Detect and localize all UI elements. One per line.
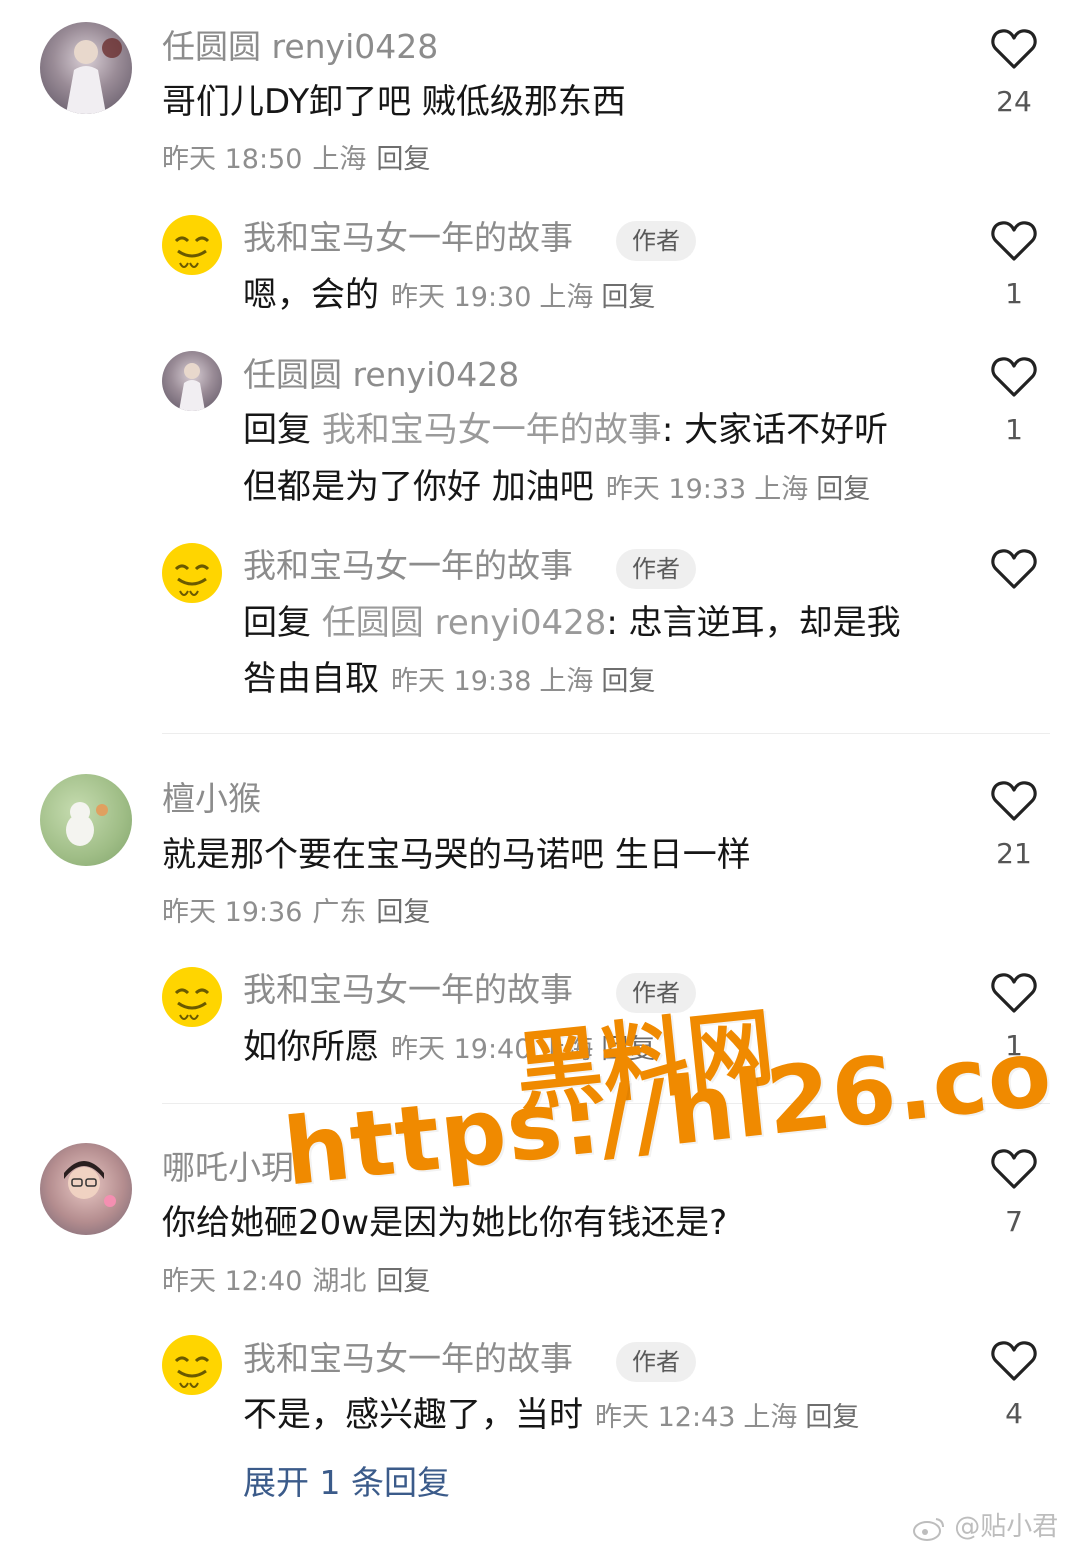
- author-avatar[interactable]: [162, 967, 222, 1027]
- like-count: 24: [996, 85, 1032, 118]
- like-heart-icon[interactable]: [991, 1340, 1037, 1382]
- comment-time: 昨天 18:50: [162, 144, 303, 175]
- reply-text-line: 嗯，会的: [243, 275, 379, 315]
- reply-author-name[interactable]: 任圆圆 renyi0428: [243, 358, 519, 391]
- like-heart-icon[interactable]: [991, 220, 1037, 262]
- comment-text: 就是那个要在宝马哭的马诺吧 生日一样: [162, 835, 751, 875]
- reply-link[interactable]: 回复: [805, 1402, 859, 1433]
- reply-link[interactable]: 回复: [376, 897, 430, 928]
- author-avatar[interactable]: [162, 1335, 222, 1395]
- author-badge: 作者: [616, 221, 696, 261]
- reply-time: 昨天 19:38: [391, 666, 532, 697]
- like-heart-icon[interactable]: [991, 780, 1037, 822]
- reply-author-name[interactable]: 我和宝马女一年的故事: [243, 973, 573, 1006]
- weibo-logo-icon: [912, 1515, 946, 1541]
- reply-target-user[interactable]: 任圆圆 renyi0428: [322, 603, 607, 643]
- like-count: 1: [1005, 413, 1023, 446]
- reply-text-line: 不是，感兴趣了，当时: [243, 1395, 583, 1435]
- comment-location: 上海: [312, 144, 367, 175]
- reply-link[interactable]: 回复: [376, 1266, 430, 1297]
- reply-link[interactable]: 回复: [601, 282, 655, 313]
- reply-meta: 昨天 19:30 上海 回复: [391, 282, 663, 313]
- divider: [162, 733, 1050, 734]
- avatar[interactable]: [40, 22, 132, 114]
- reply-text-line: 但都是为了你好 加油吧: [243, 467, 594, 507]
- comment-text: 哥们儿DY卸了吧 贼低级那东西: [162, 82, 626, 122]
- reply-author-name[interactable]: 我和宝马女一年的故事: [243, 549, 573, 582]
- expand-replies-link[interactable]: 展开 1 条回复: [243, 1466, 450, 1499]
- like-count: 7: [1005, 1205, 1023, 1238]
- comment-time: 昨天 12:40: [162, 1266, 303, 1297]
- reply-link[interactable]: 回复: [601, 666, 655, 697]
- like-count: 21: [996, 837, 1032, 870]
- reply-text-line: 如你所愿: [243, 1027, 379, 1067]
- reply-text: 回复 我和宝马女一年的故事: 大家话不好听: [243, 413, 888, 447]
- author-avatar[interactable]: [162, 543, 222, 603]
- like-heart-icon[interactable]: [991, 548, 1037, 590]
- author-badge: 作者: [616, 549, 696, 589]
- reply-time: 昨天 19:33: [605, 474, 747, 505]
- like-heart-icon[interactable]: [991, 972, 1037, 1014]
- avatar[interactable]: [162, 351, 222, 411]
- reply-text-line: : 忠言逆耳，却是我: [606, 603, 901, 643]
- like-count: 4: [1005, 1397, 1023, 1430]
- reply-time: 昨天 12:43: [595, 1402, 736, 1433]
- reply-prefix: 回复: [243, 410, 311, 450]
- avatar[interactable]: [40, 1143, 132, 1235]
- reply-meta: 昨天 19:33 上海 回复: [606, 474, 878, 505]
- reply-text-line: : 大家话不好听: [661, 410, 889, 450]
- reply-text: 咎由自取 昨天 19:38 上海 回复: [243, 662, 663, 696]
- reply-text: 但都是为了你好 加油吧 昨天 19:33 上海 回复: [243, 470, 878, 504]
- comment-text: 你给她砸20w是因为她比你有钱还是?: [162, 1203, 728, 1243]
- comment-location: 湖北: [312, 1266, 367, 1297]
- reply-text: 嗯，会的 昨天 19:30 上海 回复: [243, 278, 663, 312]
- like-count: 1: [1005, 277, 1023, 310]
- comment-meta: 昨天 12:40 湖北 回复: [162, 1268, 440, 1295]
- reply-location: 上海: [539, 666, 594, 697]
- reply-text-line: 咎由自取: [243, 659, 379, 699]
- reply-location: 上海: [539, 282, 594, 313]
- like-heart-icon[interactable]: [991, 28, 1037, 70]
- comment-location: 广东: [312, 897, 367, 928]
- reply-text: 不是，感兴趣了，当时 昨天 12:43 上海 回复: [243, 1398, 867, 1432]
- reply-prefix: 回复: [243, 603, 311, 643]
- reply-link[interactable]: 回复: [376, 144, 430, 175]
- commenter-name[interactable]: 哪吒小玥: [162, 1151, 294, 1184]
- weibo-handle: @贴小君: [954, 1512, 1059, 1542]
- reply-author-name[interactable]: 我和宝马女一年的故事: [243, 221, 573, 254]
- weibo-credit: @贴小君: [912, 1514, 1058, 1541]
- reply-location: 上海: [743, 1402, 798, 1433]
- reply-author-name[interactable]: 我和宝马女一年的故事: [243, 1342, 573, 1375]
- reply-target-user[interactable]: 我和宝马女一年的故事: [322, 410, 662, 450]
- author-badge: 作者: [616, 1342, 696, 1382]
- reply-meta: 昨天 19:38 上海 回复: [391, 666, 663, 697]
- comment-time: 昨天 19:36: [162, 897, 303, 928]
- avatar[interactable]: [40, 774, 132, 866]
- like-heart-icon[interactable]: [991, 1148, 1037, 1190]
- reply-time: 昨天 19:30: [391, 282, 532, 313]
- commenter-name[interactable]: 檀小猴: [162, 782, 261, 815]
- reply-time: 昨天 19:40: [391, 1034, 532, 1065]
- reply-location: 上海: [754, 474, 809, 505]
- reply-meta: 昨天 12:43 上海 回复: [595, 1402, 867, 1433]
- reply-text: 回复 任圆圆 renyi0428: 忠言逆耳，却是我: [243, 606, 901, 640]
- commenter-name[interactable]: 任圆圆 renyi0428: [162, 30, 438, 63]
- like-heart-icon[interactable]: [991, 356, 1037, 398]
- comment-meta: 昨天 19:36 广东 回复: [162, 899, 440, 926]
- comment-meta: 昨天 18:50 上海 回复: [162, 146, 440, 173]
- author-avatar[interactable]: [162, 215, 222, 275]
- reply-link[interactable]: 回复: [816, 474, 870, 505]
